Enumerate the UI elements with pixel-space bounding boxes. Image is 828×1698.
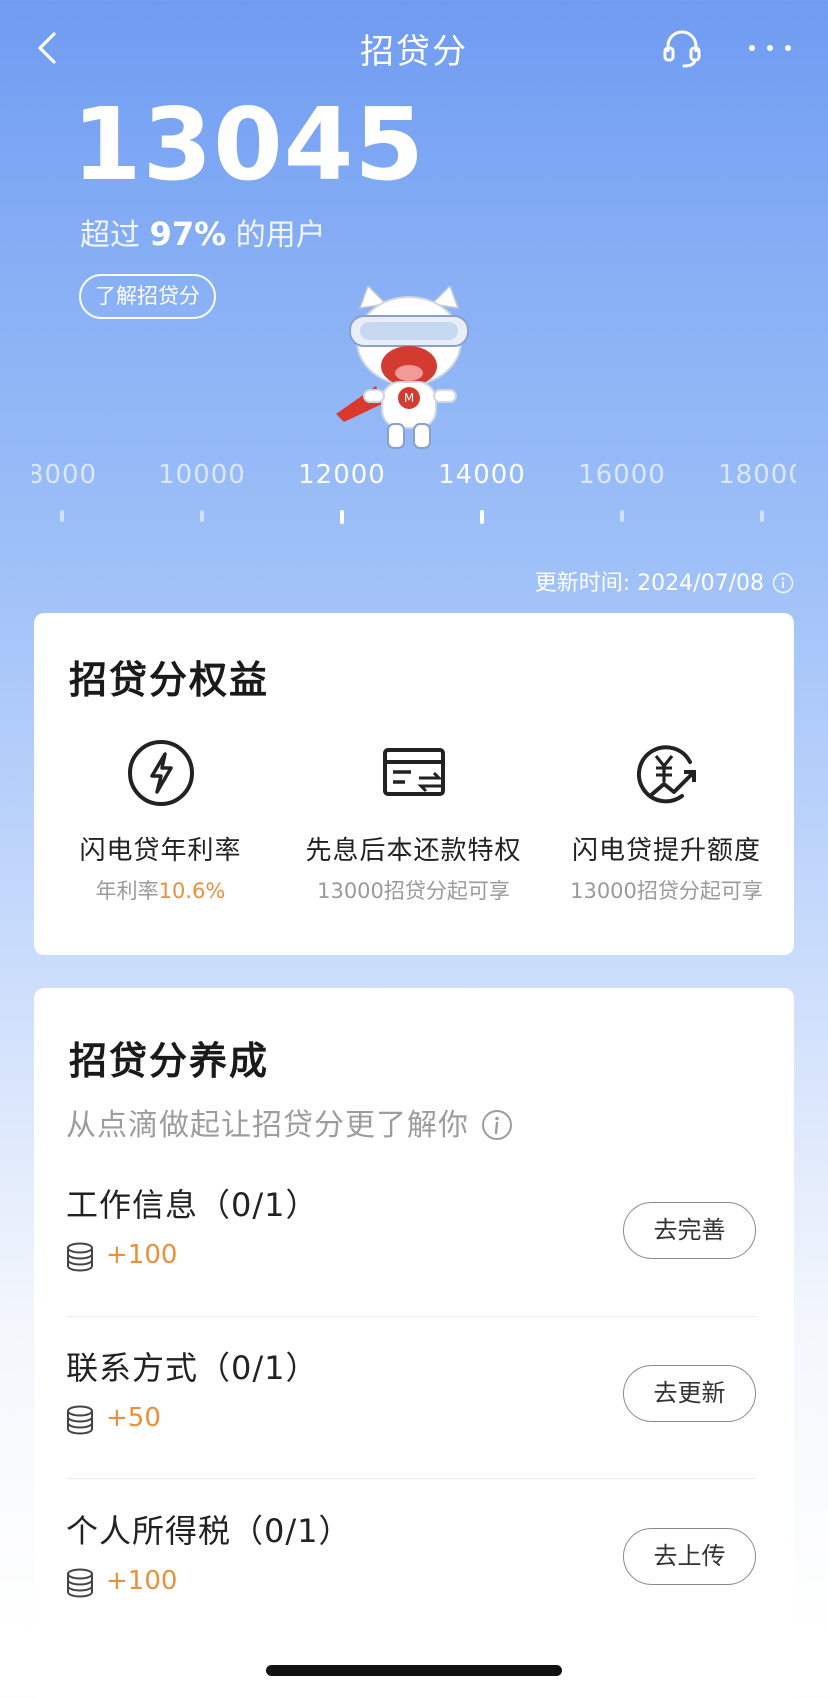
scale-tick: [200, 510, 204, 522]
scale-tick: [60, 510, 64, 522]
benefit-sub: 年利率10.6%: [34, 875, 287, 905]
benefits-card: 招贷分权益 闪电贷年利率 年利率10.6% 先息后本还款特权 13000招贷分起…: [34, 613, 794, 955]
lightning-icon: [127, 740, 194, 806]
update-time-text: 更新时间: 2024/07/08: [534, 571, 764, 596]
card-transfer-icon: [382, 748, 445, 796]
benefit-sub: 13000招贷分起可享: [317, 879, 510, 903]
benefit-sub-text: 年利率: [95, 879, 159, 903]
scale-tick: [480, 510, 484, 524]
percentile-prefix: 超过: [80, 218, 140, 253]
scale-tick: [620, 510, 624, 522]
benefit-name: 闪电贷年利率: [79, 836, 242, 866]
scale-label-16000: 16000: [578, 460, 666, 490]
scale-label-8000: 8000: [32, 460, 98, 490]
benefit-item-limit[interactable]: 闪电贷提升额度 13000招贷分起可享: [540, 738, 793, 905]
svg-text:M: M: [404, 391, 414, 405]
percentile-value: 97%: [149, 215, 227, 253]
reward-value: +50: [106, 1403, 161, 1433]
scale-label-18000: 18000: [718, 460, 796, 490]
task-title: 个人所得税（0/1）: [66, 1512, 352, 1550]
upload-tax-button[interactable]: 去上传: [623, 1528, 756, 1585]
percentile-suffix: 的用户: [235, 218, 326, 253]
reward-value: +100: [106, 1240, 178, 1270]
headset-icon[interactable]: [660, 26, 704, 70]
benefit-item-rate[interactable]: 闪电贷年利率 年利率10.6%: [34, 738, 287, 905]
growth-subtitle: 从点滴做起让招贷分更了解你: [66, 1100, 513, 1144]
growth-title: 招贷分养成: [69, 1039, 270, 1083]
reward-value: +100: [106, 1566, 178, 1596]
scale-label-12000: 12000: [298, 460, 386, 490]
scale-label-10000: 10000: [158, 460, 246, 490]
update-contact-button[interactable]: 去更新: [623, 1365, 756, 1422]
task-title: 工作信息（0/1）: [66, 1186, 319, 1224]
benefit-rate-value: 10.6%: [158, 879, 226, 903]
mascot-illustration: M: [336, 286, 469, 449]
percentile-text: 超过 97% 的用户: [80, 210, 326, 254]
coin-stack-icon: [67, 1405, 93, 1435]
coin-stack-icon: [67, 1242, 93, 1272]
info-icon[interactable]: [481, 1109, 513, 1141]
home-indicator[interactable]: [266, 1665, 562, 1676]
score-value: 13045: [72, 86, 425, 203]
benefit-name: 闪电贷提升额度: [571, 836, 761, 866]
scale-tick: [340, 510, 344, 524]
growth-card: 招贷分养成 从点滴做起让招贷分更了解你 工作信息（0/1） +100 去完善 联…: [34, 988, 794, 1698]
nav-bar: 招贷分: [0, 0, 828, 96]
scale-label-14000: 14000: [438, 460, 526, 490]
coin-stack-icon: [67, 1568, 93, 1598]
task-title: 联系方式（0/1）: [66, 1349, 319, 1387]
benefit-sub: 13000招贷分起可享: [570, 879, 763, 903]
scale-tick: [760, 510, 764, 522]
divider: [66, 1478, 756, 1479]
complete-work-info-button[interactable]: 去完善: [623, 1202, 756, 1259]
task-row-income-tax: 个人所得税（0/1） +100 去上传: [66, 1506, 756, 1666]
learn-score-button[interactable]: 了解招贷分: [79, 274, 216, 319]
more-icon[interactable]: [744, 28, 796, 68]
benefit-item-repayment[interactable]: 先息后本还款特权 13000招贷分起可享: [287, 738, 540, 905]
task-row-contact: 联系方式（0/1） +50 去更新: [66, 1343, 756, 1503]
score-scale: 8000 10000 12000 14000 16000 18000: [32, 460, 796, 530]
benefits-title: 招贷分权益: [69, 658, 270, 702]
info-icon[interactable]: [772, 572, 794, 594]
benefit-name: 先息后本还款特权: [305, 836, 522, 866]
growth-subtitle-text: 从点滴做起让招贷分更了解你: [66, 1108, 469, 1143]
divider: [66, 1316, 756, 1317]
yen-growth-icon: [636, 745, 696, 804]
update-time: 更新时间: 2024/07/08: [535, 565, 794, 597]
